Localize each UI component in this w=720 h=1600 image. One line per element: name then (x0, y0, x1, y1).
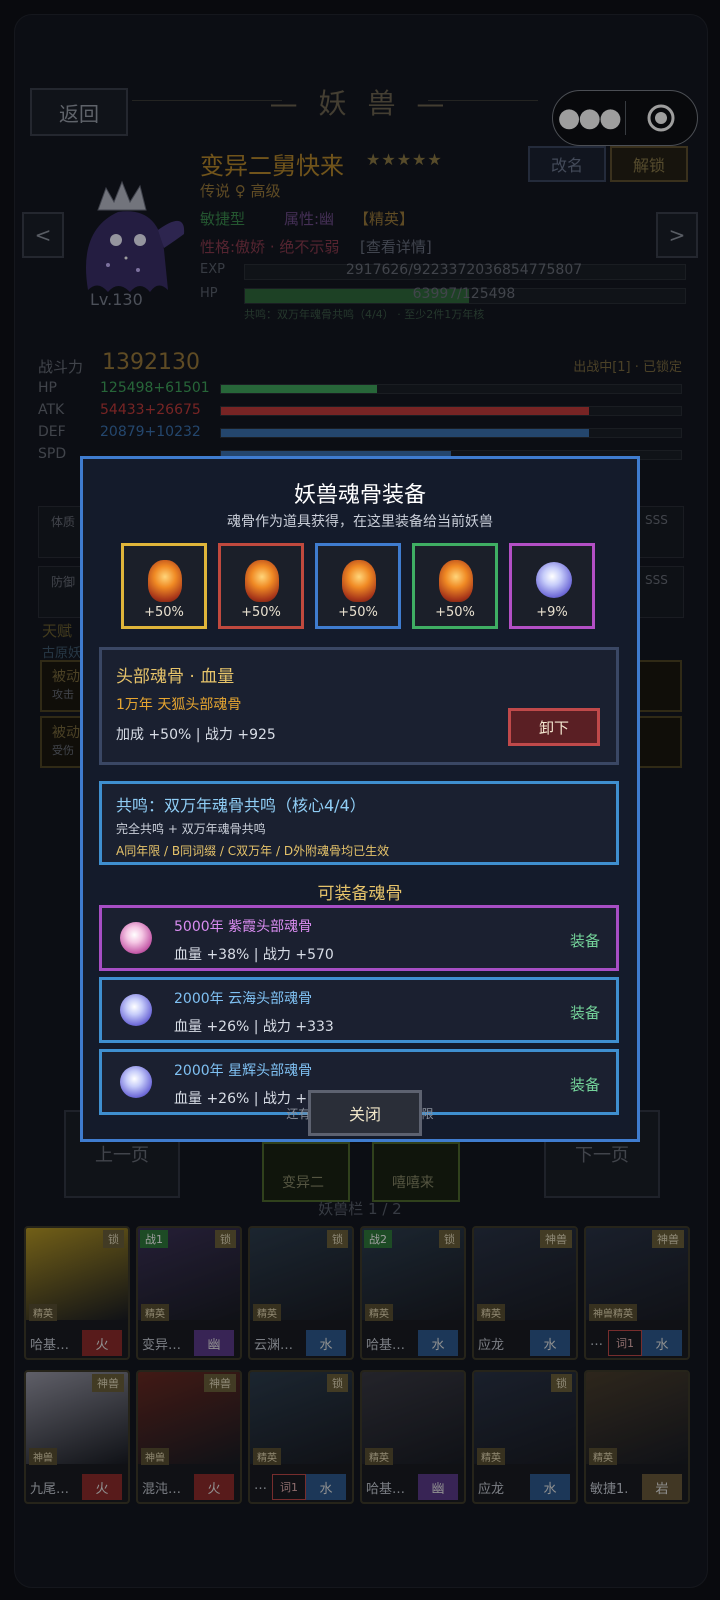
bone-name: 2000年 云海头部魂骨 (174, 991, 313, 1007)
orange-soul-bone-icon (439, 560, 473, 602)
bone-name: 2000年 星辉头部魂骨 (174, 1063, 313, 1079)
orange-soul-bone-icon (342, 560, 376, 602)
slot-bonus: +9% (536, 605, 568, 620)
bone-stats: 血量 +26% | 战力 +333 (174, 1019, 334, 1035)
soul-bone-modal: 妖兽魂骨装备 魂骨作为道具获得，在这里装备给当前妖兽 +50% +50% +50% +… (80, 456, 640, 1142)
equip-button[interactable]: 装备 (570, 1074, 600, 1095)
resonance-line-2: A同年限 / B同词缀 / C双万年 / D外附魂骨均已生效 (116, 844, 390, 858)
equip-slot[interactable]: +9% (509, 543, 595, 629)
slot-bonus: +50% (144, 605, 184, 620)
resonance-panel: 共鸣：双万年魂骨共鸣（核心4/4） 完全共鸣 + 双万年魂骨共鸣 A同年限 / … (99, 781, 619, 865)
blue-soul-bone-icon (120, 994, 152, 1026)
blue-soul-bone-icon (120, 1066, 152, 1098)
close-modal-button[interactable]: 关闭 (308, 1090, 422, 1136)
selected-bone-name: 1万年 天狐头部魂骨 (116, 697, 242, 713)
list-title: 可装备魂骨 (317, 884, 403, 904)
orange-soul-bone-icon (148, 560, 182, 602)
orange-soul-bone-icon (245, 560, 279, 602)
slot-bonus: +50% (435, 605, 475, 620)
modal-title: 妖兽魂骨装备 (293, 483, 426, 508)
bone-name: 5000年 紫霞头部魂骨 (174, 919, 313, 935)
selected-bone-panel: 头部魂骨 · 血量 1万年 天狐头部魂骨 加成 +50% | 战力 +925 卸… (99, 647, 619, 765)
modal-subtitle: 魂骨作为道具获得，在这里装备给当前妖兽 (227, 514, 493, 530)
bone-list-item[interactable]: 2000年 云海头部魂骨血量 +26% | 战力 +333 装备 (99, 977, 619, 1043)
bone-list-item[interactable]: 5000年 紫霞头部魂骨血量 +38% | 战力 +570 装备 (99, 905, 619, 971)
equip-slot[interactable]: +50% (412, 543, 498, 629)
resonance-line-1: 完全共鸣 + 双万年魂骨共鸣 (116, 822, 266, 836)
pink-soul-bone-icon (120, 922, 152, 954)
slot-bonus: +50% (338, 605, 378, 620)
equip-button[interactable]: 装备 (570, 1002, 600, 1023)
selected-bone-stats: 加成 +50% | 战力 +925 (116, 727, 276, 743)
unequip-button[interactable]: 卸下 (508, 708, 600, 746)
selected-bone-title: 头部魂骨 · 血量 (116, 667, 235, 687)
resonance-title: 共鸣：双万年魂骨共鸣（核心4/4） (116, 796, 366, 815)
equip-slot[interactable]: +50% (315, 543, 401, 629)
equip-button[interactable]: 装备 (570, 930, 600, 951)
blue-soul-bone-icon (536, 562, 572, 598)
equip-slot[interactable]: +50% (121, 543, 207, 629)
bone-stats: 血量 +38% | 战力 +570 (174, 947, 334, 963)
equip-slot[interactable]: +50% (218, 543, 304, 629)
slot-bonus: +50% (241, 605, 281, 620)
